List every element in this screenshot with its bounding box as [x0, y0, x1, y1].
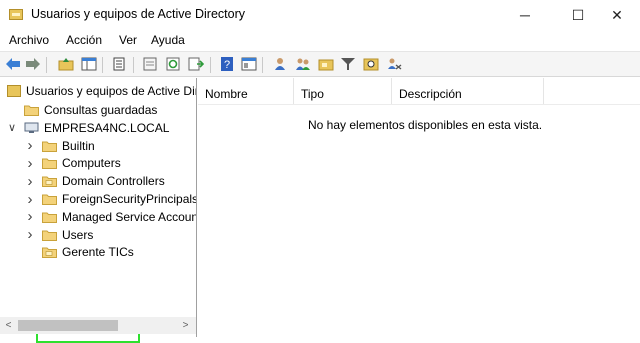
menu-accion[interactable]: Acción: [66, 33, 102, 47]
chevron-down-icon[interactable]: ∨: [7, 119, 17, 137]
list-pane: Nombre Tipo Descripción No hay elementos…: [198, 78, 640, 337]
column-header-descripcion[interactable]: Descripción: [392, 78, 544, 104]
empty-list-message: No hay elementos disponibles en esta vis…: [308, 118, 543, 132]
folder-icon: [42, 230, 57, 241]
chevron-right-icon[interactable]: ›: [25, 226, 35, 244]
tree-item-label: EMPRESA4NC.LOCAL: [44, 120, 170, 135]
scroll-thumb[interactable]: [18, 320, 118, 331]
chevron-right-icon[interactable]: ›: [25, 172, 35, 190]
tree-item-label: Domain Controllers: [62, 174, 165, 189]
folder-icon: [42, 194, 57, 205]
tree-root[interactable]: Usuarios y equipos de Active Directory: [0, 83, 196, 101]
move-icon[interactable]: [385, 55, 403, 73]
forward-arrow-icon[interactable]: [24, 55, 42, 73]
chevron-right-icon[interactable]: ›: [25, 137, 35, 155]
add-user-icon[interactable]: [271, 55, 289, 73]
svg-text:?: ?: [224, 59, 230, 71]
chevron-right-icon[interactable]: ›: [25, 190, 35, 208]
tree-item-builtin[interactable]: › Builtin: [0, 137, 196, 155]
show-hide-tree-icon[interactable]: [80, 55, 98, 73]
toolbar: ?: [0, 51, 640, 77]
minimize-button[interactable]: ─: [502, 0, 548, 30]
close-button[interactable]: ✕: [594, 0, 640, 30]
tree-item-label: ForeignSecurityPrincipals: [62, 192, 196, 206]
ou-folder-icon: [42, 176, 57, 188]
tree-pane: Usuarios y equipos de Active Directory C…: [0, 78, 197, 343]
export-list-icon[interactable]: [187, 55, 205, 73]
chevron-right-icon[interactable]: ›: [25, 208, 35, 226]
up-folder-icon[interactable]: [57, 55, 75, 73]
header-divider: [198, 104, 640, 105]
toolbar-separator: [262, 57, 263, 73]
back-arrow-icon[interactable]: [4, 55, 22, 73]
folder-icon: [24, 105, 39, 116]
filter-icon[interactable]: [339, 55, 357, 73]
column-header-tipo[interactable]: Tipo: [294, 78, 392, 104]
properties-sheet-icon[interactable]: [240, 55, 258, 73]
refresh-icon[interactable]: [164, 55, 182, 73]
menu-ver[interactable]: Ver: [119, 33, 137, 47]
tree-item-domain-controllers[interactable]: › Domain Controllers: [0, 172, 196, 190]
new-ou-icon[interactable]: [317, 55, 335, 73]
tree-item-empresa4nc-local[interactable]: ∨ EMPRESA4NC.LOCAL: [0, 119, 196, 137]
window-title: Usuarios y equipos de Active Directory: [31, 7, 245, 21]
ad-root-icon: [7, 85, 21, 97]
tree-item-gerente-tics[interactable]: Gerente TICs: [0, 243, 196, 261]
tree-item-managed-service-accounts[interactable]: › Managed Service Accounts: [0, 208, 197, 226]
tree-root-label: Usuarios y equipos de Active Directory: [26, 84, 196, 98]
folder-icon: [42, 158, 57, 170]
tree-item-consultas-guardadas[interactable]: Consultas guardadas: [0, 101, 196, 119]
ad-users-app-icon: [9, 9, 23, 20]
folder-icon: [42, 141, 57, 152]
ou-folder-icon: [42, 247, 57, 259]
tree-item-computers[interactable]: › Computers: [0, 154, 196, 172]
toolbar-separator: [46, 57, 47, 73]
tree-item-label: Managed Service Accounts: [62, 209, 196, 224]
toolbar-separator: [133, 57, 134, 73]
tree-item-label: Gerente TICs: [62, 245, 134, 260]
toolbar-separator: [102, 57, 103, 73]
toolbar-separator: [210, 57, 211, 73]
tree-item-users[interactable]: › Users: [0, 226, 196, 244]
tree-item-foreignsecurityprincipals[interactable]: › ForeignSecurityPrincipals: [0, 190, 197, 208]
folder-icon: [42, 212, 57, 223]
scroll-left-arrow[interactable]: <: [0, 317, 17, 334]
help-icon[interactable]: ?: [218, 55, 236, 73]
tree-item-label: Builtin: [62, 138, 95, 153]
scroll-right-arrow[interactable]: >: [177, 317, 194, 334]
menu-archivo[interactable]: Archivo: [9, 33, 49, 47]
menu-ayuda[interactable]: Ayuda: [151, 33, 185, 47]
properties-icon[interactable]: [141, 55, 159, 73]
console-icon[interactable]: [110, 55, 128, 73]
domain-icon: [24, 122, 39, 133]
add-group-icon[interactable]: [294, 55, 312, 73]
title-bar: Usuarios y equipos de Active Directory ─…: [0, 0, 640, 30]
horizontal-scrollbar[interactable]: < >: [0, 317, 196, 334]
column-header-nombre[interactable]: Nombre: [198, 78, 294, 104]
tree-item-label: Consultas guardadas: [44, 103, 158, 117]
tree-item-label: Computers: [62, 156, 121, 171]
menu-bar: Archivo Acción Ver Ayuda: [0, 30, 640, 50]
find-icon[interactable]: [362, 55, 380, 73]
chevron-right-icon[interactable]: ›: [25, 154, 35, 172]
tree-item-label: Users: [62, 227, 94, 242]
